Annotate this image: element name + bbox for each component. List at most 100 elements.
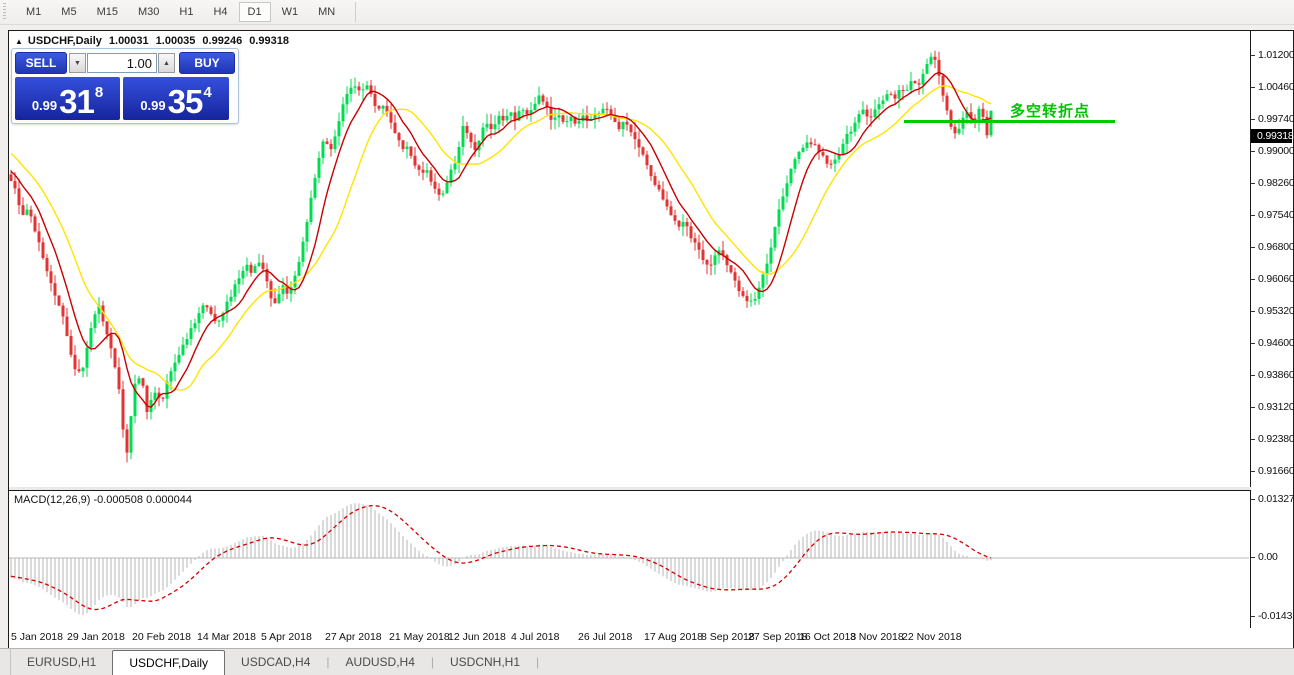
- candle-body: [105, 321, 109, 335]
- candle-body: [505, 115, 509, 121]
- candle-body: [785, 183, 789, 197]
- candle-body: [117, 367, 121, 390]
- candle-body: [541, 95, 545, 102]
- candle-body: [17, 188, 21, 206]
- price-tick-mark: [1251, 87, 1255, 88]
- price-axis-label: 0.96060: [1258, 273, 1294, 285]
- candle-body: [89, 328, 93, 348]
- candle-body: [525, 110, 529, 115]
- price-tick-mark: [1251, 279, 1255, 280]
- timeframe-button-d1[interactable]: D1: [238, 2, 271, 22]
- price-axis[interactable]: 1.01200 1.00460 0.99740 0.99000 0.98260 0.975…: [1251, 31, 1294, 646]
- candle-body: [673, 215, 677, 221]
- candle-body: [349, 87, 353, 94]
- price-tick-mark: [1251, 343, 1255, 344]
- candle-body: [365, 85, 369, 90]
- candle-body: [897, 90, 901, 99]
- price-axis-label: 0.99740: [1258, 113, 1294, 125]
- candle-body: [193, 323, 197, 329]
- candle-body: [409, 146, 413, 156]
- candle-body: [77, 369, 81, 372]
- timeframe-button-m5[interactable]: M5: [52, 2, 85, 22]
- chart-tab-usdcad[interactable]: USDCAD,H4: [225, 649, 326, 675]
- price-axis-label: 0.93860: [1258, 369, 1294, 381]
- candle-body: [217, 320, 221, 322]
- timeframe-button-m15[interactable]: M15: [88, 2, 127, 22]
- candle-body: [813, 144, 817, 146]
- chart-tab-usdchf[interactable]: USDCHF,Daily: [112, 650, 226, 675]
- candle-body: [29, 209, 33, 217]
- volume-increase-button[interactable]: ▲: [158, 53, 175, 73]
- candle-body: [461, 126, 465, 147]
- candle-body: [173, 362, 177, 372]
- macd-indicator-plot[interactable]: MACD(12,26,9) -0.000508 0.000044: [9, 490, 1251, 628]
- candle-body: [321, 141, 325, 158]
- macd-axis-label: -0.01431: [1258, 610, 1294, 622]
- date-axis-label: 17 Aug 2018: [644, 631, 703, 643]
- macd-histogram-chart[interactable]: [9, 491, 1250, 625]
- candle-body: [237, 278, 241, 285]
- price-axis-label: 0.95320: [1258, 305, 1294, 317]
- buy-button[interactable]: BUY: [179, 52, 235, 74]
- candle-body: [681, 222, 685, 227]
- volume-input[interactable]: [87, 53, 157, 73]
- candle-body: [393, 122, 397, 133]
- candle-body: [473, 142, 477, 151]
- volume-decrease-button[interactable]: ▼: [69, 53, 86, 73]
- chart-tab-audusd[interactable]: AUDUSD,H4: [330, 649, 431, 675]
- candle-body: [881, 100, 885, 105]
- price-axis-label: 0.92380: [1258, 433, 1294, 445]
- candle-body: [765, 263, 769, 275]
- price-axis-label: 0.98260: [1258, 177, 1294, 189]
- timeframe-button-w1[interactable]: W1: [273, 2, 308, 22]
- slow-ma-line[interactable]: [10, 85, 992, 391]
- price-tick-mark: [1251, 471, 1255, 472]
- candle-body: [429, 170, 433, 182]
- trendline-annotation-label[interactable]: 多空转折点: [1010, 100, 1090, 121]
- sell-button[interactable]: SELL: [15, 52, 67, 74]
- candle-body: [777, 209, 781, 227]
- candle-body: [81, 367, 85, 372]
- candle-body: [565, 121, 569, 122]
- candle-body: [417, 165, 421, 170]
- candle-body: [577, 121, 581, 124]
- sell-price-tile[interactable]: 0.99 31 8: [15, 77, 120, 120]
- tabbar-edge: [0, 649, 11, 675]
- chart-tab-eurusd[interactable]: EURUSD,H1: [11, 649, 112, 675]
- candle-body: [809, 142, 813, 145]
- candle-body: [153, 392, 157, 400]
- toolbar-grip-icon[interactable]: [3, 3, 10, 21]
- candle-body: [693, 238, 697, 243]
- timeframe-button-h1[interactable]: H1: [170, 2, 202, 22]
- price-tick-mark: [1251, 119, 1255, 120]
- candle-body: [653, 176, 657, 185]
- date-axis-label: 5 Apr 2018: [261, 631, 312, 643]
- date-axis-label: 27 Apr 2018: [325, 631, 382, 643]
- candle-body: [929, 56, 933, 64]
- chart-tab-usdcnh[interactable]: USDCNH,H1: [434, 649, 536, 675]
- candle-body: [261, 262, 265, 270]
- timeframe-button-h4[interactable]: H4: [204, 2, 236, 22]
- current-price-tag: 0.99318: [1251, 129, 1294, 143]
- candle-body: [733, 272, 737, 281]
- candle-body: [697, 242, 701, 250]
- candle-body: [921, 73, 925, 85]
- timeframe-button-mn[interactable]: MN: [309, 2, 344, 22]
- timeframe-button-m30[interactable]: M30: [129, 2, 168, 22]
- candle-body: [761, 274, 765, 288]
- candle-body: [197, 313, 201, 324]
- candle-body: [325, 141, 329, 144]
- buy-price-tile[interactable]: 0.99 35 4: [123, 77, 229, 120]
- date-axis[interactable]: 5 Jan 2018 29 Jan 2018 20 Feb 2018 14 Mar 2…: [9, 627, 1250, 648]
- candle-body: [121, 389, 125, 430]
- candle-body: [849, 131, 853, 134]
- candle-body: [337, 121, 341, 137]
- timeframe-button-m1[interactable]: M1: [17, 2, 50, 22]
- date-axis-label: 3 Nov 2018: [850, 631, 904, 643]
- candle-body: [925, 64, 929, 74]
- macd-tick-mark: [1251, 616, 1255, 617]
- candle-body: [381, 105, 385, 109]
- sell-price-big: 31: [59, 83, 95, 120]
- candle-body: [469, 133, 473, 143]
- candle-body: [861, 109, 865, 115]
